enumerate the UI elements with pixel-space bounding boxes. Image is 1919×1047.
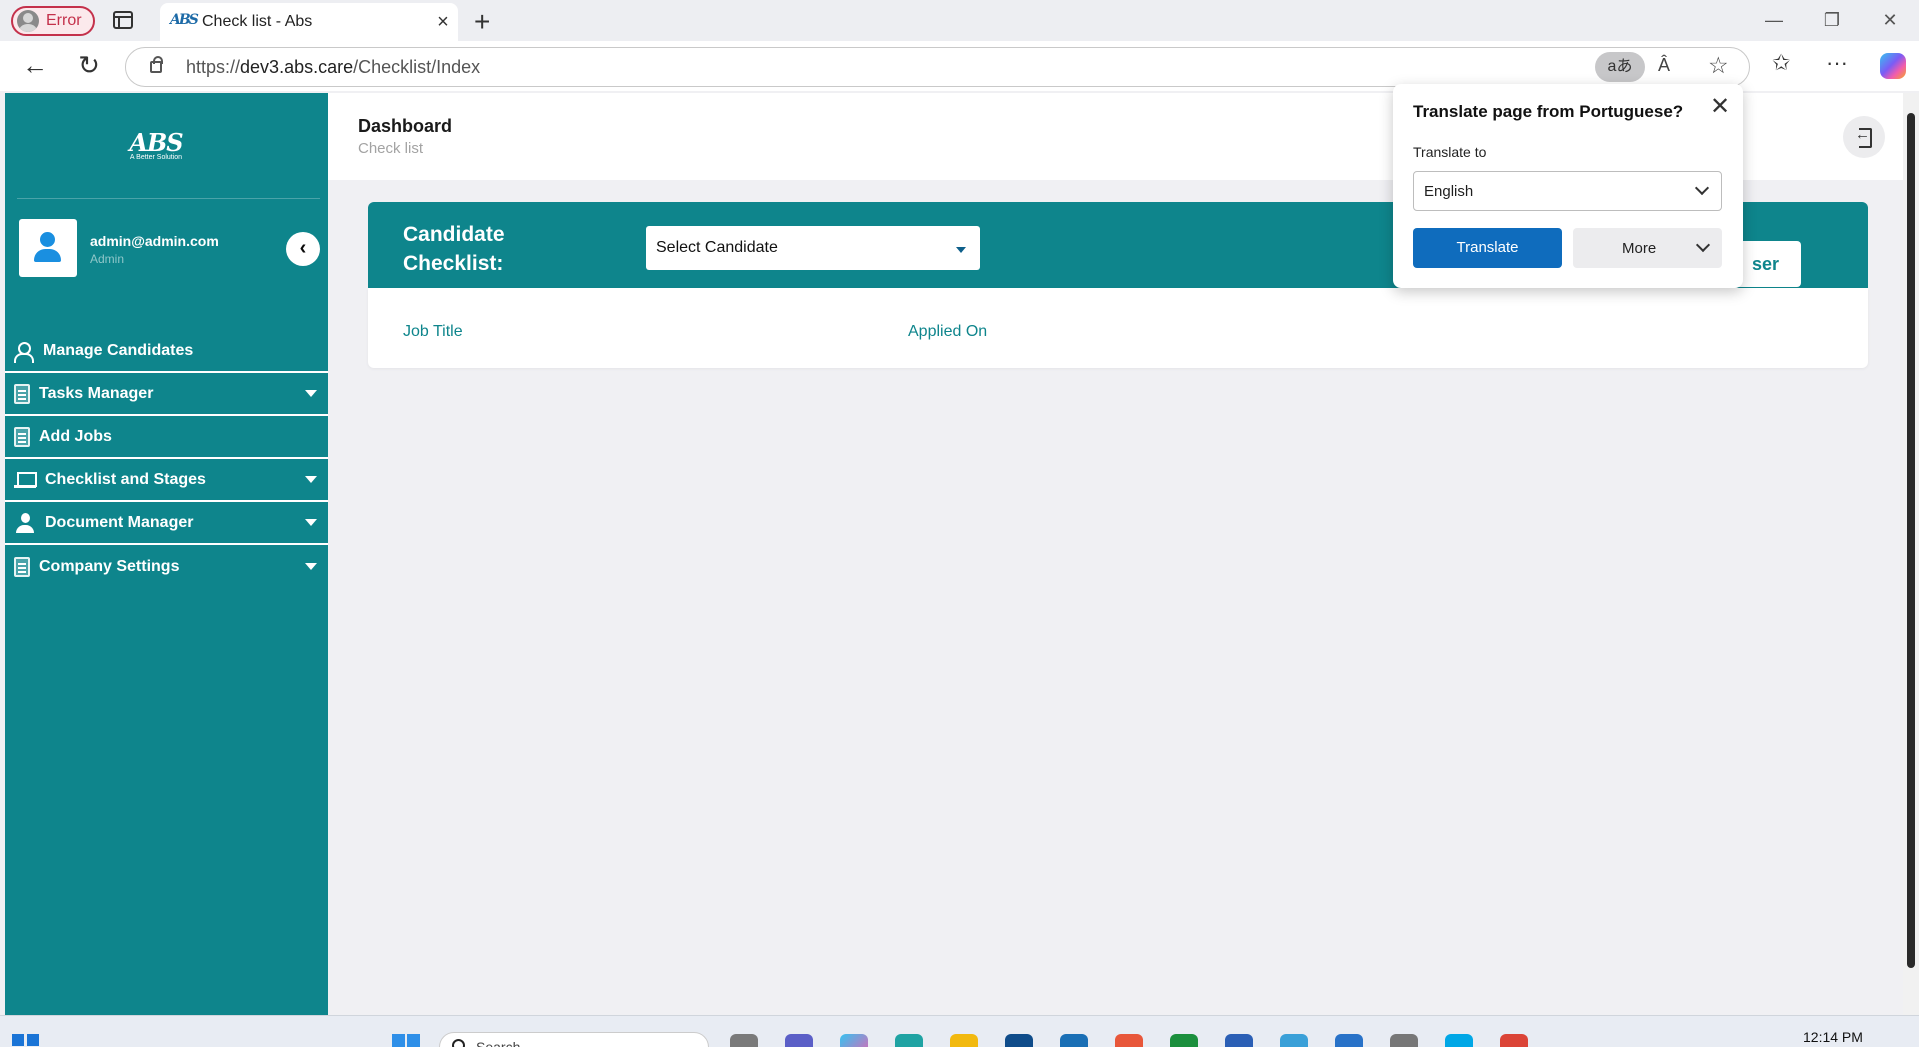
file-explorer-icon[interactable] [950,1034,978,1047]
windows-taskbar: Search 12:14 PM [0,1015,1919,1047]
whatsapp-icon[interactable] [1170,1034,1198,1047]
favorite-star-icon[interactable]: ☆ [1708,52,1729,79]
sidebar-item-manage-candidates[interactable]: Manage Candidates [5,330,328,373]
lock-icon[interactable] [150,56,163,73]
edge-icon[interactable] [895,1034,923,1047]
task-view-icon[interactable] [12,1034,42,1047]
checklist-title: Candidate Checklist: [403,223,505,275]
calendar-icon[interactable] [1280,1034,1308,1047]
sidebar-collapse-button[interactable]: ‹ [286,232,320,266]
taskbar-search[interactable]: Search [439,1032,709,1047]
abs-logo[interactable]: ABS A Better Solution [120,128,192,168]
caret-down-icon [305,390,317,397]
tab-check-list[interactable]: ABS Check list - Abs × [160,3,458,41]
back-arrow-icon[interactable]: ← [20,51,50,81]
people-icon [14,341,34,363]
search-icon [452,1039,465,1047]
more-button[interactable]: More [1573,228,1722,268]
page-title: Dashboard [358,116,453,136]
close-icon[interactable]: ✕ [1710,92,1730,121]
chevron-down-icon [1695,237,1711,253]
breadcrumb: Check list [358,140,424,157]
more-options-icon[interactable]: ··· [1826,50,1848,76]
caret-down-icon [305,563,317,570]
logout-icon[interactable] [1843,116,1885,158]
close-window-icon[interactable]: ✕ [1861,0,1919,41]
column-header-job-title[interactable]: Job Title [403,323,463,341]
restore-icon[interactable]: ❐ [1803,0,1861,41]
user-role: Admin [90,252,125,266]
translate-page-icon[interactable]: aあ [1595,52,1645,82]
start-icon[interactable] [392,1034,422,1047]
profile-error-label: Error [46,12,82,29]
column-header-applied-on[interactable]: Applied On [908,323,987,341]
caret-down-icon [305,519,317,526]
outlook-icon[interactable] [1060,1034,1088,1047]
user-email: admin@admin.com [90,233,219,249]
tab-actions-icon[interactable] [113,11,133,29]
favorites-icon[interactable]: ✩ [1772,50,1790,76]
laptop-icon [14,470,37,490]
translate-to-label: Translate to [1413,144,1487,160]
browser-tab-bar: Error ABS Check list - Abs × + — ❐ ✕ [0,0,1919,41]
select-candidate-value: Select Candidate [656,239,778,256]
settings-icon[interactable] [1390,1034,1418,1047]
refresh-icon[interactable]: ↻ [74,51,104,81]
read-aloud-icon[interactable]: Â [1658,55,1670,76]
word-icon[interactable] [1225,1034,1253,1047]
document-icon [14,556,30,577]
copilot-icon[interactable] [1880,53,1906,79]
taskbar-clock[interactable]: 12:14 PM [1803,1029,1863,1045]
user-avatar-icon [19,219,77,277]
caret-down-icon [956,247,966,253]
taskbar-app-icon[interactable] [730,1034,758,1047]
abs-favicon-icon: ABS [170,12,199,28]
sidebar-item-company-settings[interactable]: Company Settings [5,545,328,588]
user-card: admin@admin.com Admin [19,219,322,279]
tab-title: Check list - Abs [202,13,313,30]
address-bar[interactable]: https://dev3.abs.care/Checklist/Index aあ… [125,47,1750,87]
chrome-icon[interactable] [1500,1034,1528,1047]
vscode-icon[interactable] [1335,1034,1363,1047]
page-scrollbar[interactable] [1903,93,1919,1015]
new-tab-button[interactable]: + [474,6,490,38]
checklist-table: Job Title Applied On [368,288,1868,368]
profile-avatar-icon [17,10,39,32]
profile-error-button[interactable]: Error [11,6,95,36]
skype-icon[interactable] [1445,1034,1473,1047]
chevron-down-icon [1694,180,1710,196]
minimize-icon[interactable]: — [1745,0,1803,41]
select-candidate-dropdown[interactable]: Select Candidate [646,226,980,270]
sidebar-item-tasks-manager[interactable]: Tasks Manager [5,373,328,416]
store-icon[interactable] [1005,1034,1033,1047]
translate-popup-title: Translate page from Portuguese? [1413,102,1684,121]
teams-icon[interactable] [785,1034,813,1047]
sidebar-item-add-jobs[interactable]: Add Jobs [5,416,328,459]
scrollbar-thumb[interactable] [1907,113,1915,968]
tab-close-icon[interactable]: × [428,11,458,34]
selected-language: English [1424,182,1474,200]
document-icon [14,426,30,447]
sidebar-menu: Manage Candidates Tasks Manager Add Jobs… [5,330,328,588]
translate-popup: Translate page from Portuguese? ✕ Transl… [1393,84,1743,288]
caret-down-icon [305,476,317,483]
sidebar-item-document-manager[interactable]: Document Manager [5,502,328,545]
person-icon [14,512,36,533]
document-icon [14,383,30,404]
translate-language-select[interactable]: English [1413,171,1722,211]
url-text[interactable]: https://dev3.abs.care/Checklist/Index [186,57,480,78]
sidebar-item-checklist-and-stages[interactable]: Checklist and Stages [5,459,328,502]
window-controls: — ❐ ✕ [1745,0,1919,41]
sublime-icon[interactable] [1115,1034,1143,1047]
copilot-taskbar-icon[interactable] [840,1034,868,1047]
translate-button[interactable]: Translate [1413,228,1562,268]
sidebar-divider [17,198,320,199]
sidebar: ABS A Better Solution admin@admin.com Ad… [5,93,328,1015]
